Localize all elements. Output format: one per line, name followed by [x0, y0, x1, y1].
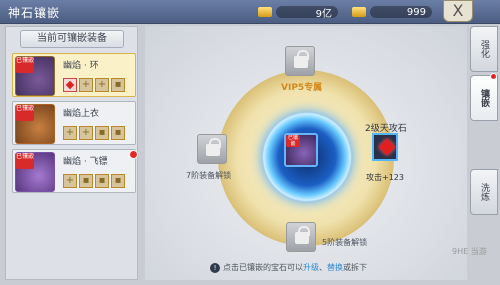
gem-slot-empty[interactable]: +	[63, 126, 77, 140]
gold-icon	[258, 7, 272, 17]
close-button[interactable]: X	[443, 0, 473, 22]
inlaid-tag: 已镶嵌	[16, 57, 34, 73]
gem-slot-locked[interactable]: ▪	[79, 174, 93, 188]
equipment-item-top[interactable]: 已镶嵌 幽焰上衣 + + ▪ ▪	[12, 101, 136, 145]
locked-socket-top[interactable]	[285, 46, 315, 76]
tab-inlay[interactable]: 镶嵌	[470, 75, 498, 121]
equipment-panel: 当前可镶嵌装备 已镶嵌 幽焰 · 环 + + ▪ 已镶嵌 幽焰上衣 + + ▪ …	[5, 26, 138, 280]
equipment-name: 幽焰 · 环	[63, 61, 99, 71]
locked-socket-bottom[interactable]	[286, 222, 316, 252]
gem-slot-empty[interactable]: +	[63, 174, 77, 188]
inlaid-tag: 已镶嵌	[16, 105, 34, 121]
tab-enhance[interactable]: 强化	[470, 26, 498, 72]
gem-slot-empty[interactable]: +	[79, 78, 93, 92]
vip-label: VIP5专属	[281, 83, 323, 93]
diamond-amount: 999	[406, 6, 426, 18]
lock-icon	[295, 226, 310, 244]
gem-slot-locked[interactable]: ▪	[111, 126, 125, 140]
window-title: 神石镶嵌	[8, 6, 61, 20]
locked-socket-left[interactable]	[197, 134, 227, 164]
tab-refine[interactable]: 洗炼	[470, 169, 498, 215]
title-bar: 神石镶嵌 9亿 999 X	[0, 0, 500, 24]
hint-bar: ! 点击已镶嵌的宝石可以升级、替换或拆下	[210, 262, 367, 273]
gem-slot-empty[interactable]: +	[95, 78, 109, 92]
inlaid-gem-socket[interactable]	[372, 133, 398, 161]
gem-stat: 攻击+123	[366, 173, 404, 182]
equipment-list-heading: 当前可镶嵌装备	[20, 30, 124, 48]
tab-notification-dot	[490, 73, 497, 80]
equipment-name: 幽焰上衣	[63, 109, 100, 119]
gem-slot-locked[interactable]: ▪	[95, 174, 109, 188]
lock-icon	[206, 138, 221, 156]
inlaid-tag: 已镶嵌	[286, 135, 300, 147]
equipment-item-dart[interactable]: 已镶嵌 幽焰 · 飞镖 + ▪ ▪ ▪	[12, 149, 138, 193]
diamond-icon	[352, 7, 366, 17]
armor-icon: 已镶嵌	[15, 104, 55, 144]
gem-slot-locked[interactable]: ▪	[95, 126, 109, 140]
bottom-unlock-label: 5阶装备解锁	[322, 238, 368, 247]
lock-icon	[294, 50, 309, 68]
watermark: 9HE 当游	[452, 247, 487, 256]
gem-slot-locked[interactable]: ▪	[111, 78, 125, 92]
hint-upgrade: 升级	[303, 263, 319, 272]
info-icon: !	[210, 263, 220, 273]
diamond-display: 999	[352, 4, 432, 20]
ring-icon: 已镶嵌	[15, 56, 55, 96]
notification-dot	[129, 150, 138, 159]
equipment-item-ring[interactable]: 已镶嵌 幽焰 · 环 + + ▪	[12, 53, 136, 97]
hint-text-pre: 点击已镶嵌的宝石可以	[223, 263, 303, 272]
left-unlock-label: 7阶装备解锁	[186, 171, 232, 180]
inlaid-tag: 已镶嵌	[16, 153, 34, 169]
gem-slot-locked[interactable]: ▪	[111, 174, 125, 188]
hint-sep: 、	[319, 263, 327, 272]
gold-amount: 9亿	[315, 8, 332, 20]
hint-replace: 替换	[327, 263, 343, 272]
hint-text-post: 或拆下	[343, 263, 367, 272]
equipment-name: 幽焰 · 飞镖	[63, 157, 108, 167]
red-gem-icon	[378, 138, 396, 156]
gold-display: 9亿	[258, 4, 338, 20]
dart-icon: 已镶嵌	[15, 152, 55, 192]
gem-slot-empty[interactable]: +	[79, 126, 93, 140]
selected-equipment[interactable]: 已镶嵌	[284, 133, 318, 167]
gem-slot[interactable]	[63, 78, 77, 92]
